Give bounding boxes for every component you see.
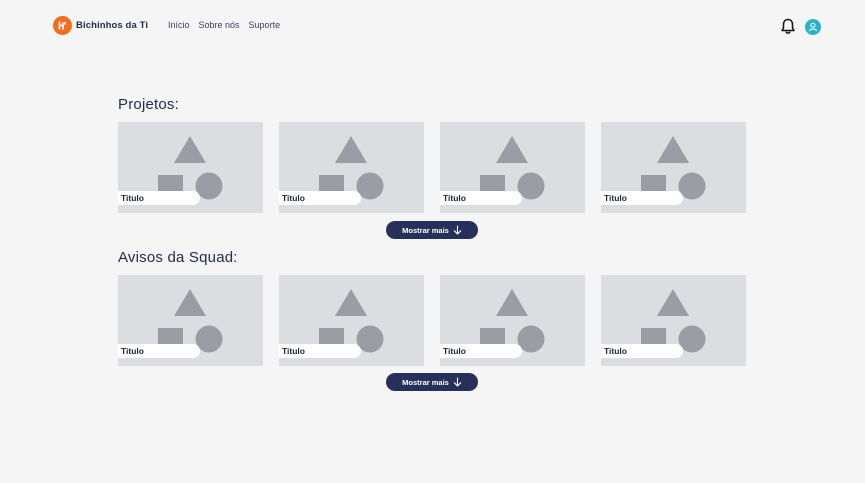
project-card[interactable]: Titulo [118,122,263,213]
project-card[interactable]: Titulo [440,122,585,213]
section-title-projetos: Projetos: [118,96,179,113]
notice-card[interactable]: Titulo [440,275,585,366]
notice-card[interactable]: Titulo [118,275,263,366]
notice-card[interactable]: Titulo [601,275,746,366]
card-title: Titulo [440,191,522,205]
card-title: Titulo [118,344,200,358]
card-title: Titulo [601,191,683,205]
top-bar: Bichinhos da Ti Início Sobre nós Suporte [0,0,865,52]
card-title: Titulo [118,191,200,205]
nav-link-suporte[interactable]: Suporte [249,20,281,30]
show-more-projects-button[interactable]: Mostrar mais [386,221,478,239]
projects-card-list: Titulo Titulo Titulo Titulo [118,122,746,213]
project-card[interactable]: Titulo [279,122,424,213]
nav-link-inicio[interactable]: Início [168,20,190,30]
notices-card-list: Titulo Titulo Titulo Titulo [118,275,746,366]
nav-link-sobre-nos[interactable]: Sobre nós [199,20,240,30]
card-title: Titulo [279,191,361,205]
button-label: Mostrar mais [402,225,449,235]
show-more-notices-button[interactable]: Mostrar mais [386,373,478,391]
project-card[interactable]: Titulo [601,122,746,213]
section-title-avisos: Avisos da Squad: [118,249,238,266]
notice-card[interactable]: Titulo [279,275,424,366]
main-nav: Início Sobre nós Suporte [168,20,280,30]
card-title: Titulo [440,344,522,358]
bell-icon[interactable] [780,18,796,35]
button-label: Mostrar mais [402,377,449,387]
brand[interactable]: Bichinhos da Ti [53,16,148,35]
arrow-down-icon [453,377,462,387]
brand-name: Bichinhos da Ti [76,20,149,31]
user-icon[interactable] [805,19,821,35]
arrow-down-icon [453,225,462,235]
card-title: Titulo [279,344,361,358]
card-title: Titulo [601,344,683,358]
logo-icon [53,16,72,35]
